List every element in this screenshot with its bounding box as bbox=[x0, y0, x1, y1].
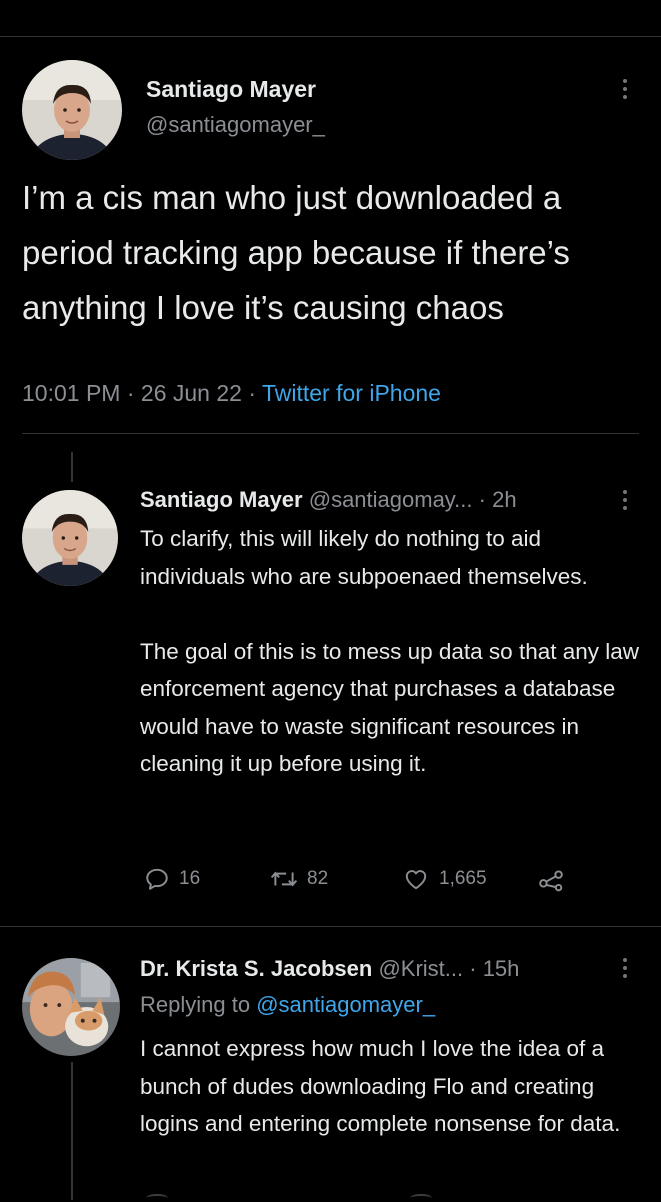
main-tweet-meta: 10:01 PM · 26 Jun 22 · Twitter for iPhon… bbox=[22, 380, 441, 407]
like-count: 1,665 bbox=[439, 868, 487, 889]
reply1-text: To clarify, this will likely do nothing … bbox=[140, 520, 640, 783]
avatar-santiago-reply[interactable] bbox=[22, 490, 118, 586]
tweet-source-link[interactable]: Twitter for iPhone bbox=[262, 380, 441, 406]
reply2-more-icon[interactable] bbox=[622, 958, 628, 978]
reply1-paragraph: To clarify, this will likely do nothing … bbox=[140, 526, 588, 589]
reply2-author-handle[interactable]: @Krist... bbox=[378, 956, 463, 981]
main-more-icon[interactable] bbox=[622, 79, 628, 99]
avatar-santiago-main[interactable] bbox=[22, 60, 122, 160]
reply2-header: Dr. Krista S. Jacobsen @Krist... · 15h bbox=[140, 956, 519, 982]
share-button[interactable] bbox=[538, 866, 564, 892]
retweet-button[interactable]: 82 bbox=[270, 866, 328, 892]
reply1-divider bbox=[0, 926, 661, 927]
share-icon bbox=[539, 870, 563, 892]
reply1-author-handle[interactable]: @santiagomay... bbox=[309, 487, 473, 512]
avatar-image bbox=[22, 60, 122, 160]
thread-connector-bottom bbox=[71, 1062, 73, 1200]
reply1-header: Santiago Mayer @santiagomay... · 2h bbox=[140, 487, 517, 513]
main-author-handle[interactable]: @santiagomayer_ bbox=[146, 112, 325, 138]
avatar-krista[interactable] bbox=[22, 958, 120, 1056]
reply1-time[interactable]: · 2h bbox=[479, 487, 517, 512]
reply2-text: I cannot express how much I love the ide… bbox=[140, 1036, 621, 1136]
avatar-image bbox=[22, 958, 120, 1056]
reply-button[interactable]: 16 bbox=[144, 866, 200, 892]
meta-separator: · bbox=[126, 380, 135, 406]
thread-connector-top bbox=[71, 452, 73, 482]
reply1-more-icon[interactable] bbox=[622, 490, 628, 510]
reply2-author-name[interactable]: Dr. Krista S. Jacobsen bbox=[140, 956, 372, 981]
main-tweet-text: I’m a cis man who just downloaded a peri… bbox=[22, 179, 570, 326]
reply-count: 16 bbox=[179, 868, 201, 889]
heart-icon bbox=[405, 870, 427, 890]
reply1-author-name[interactable]: Santiago Mayer bbox=[140, 487, 303, 512]
reply1-paragraph: The goal of this is to mess up data so t… bbox=[140, 638, 640, 777]
avatar-image bbox=[22, 490, 118, 586]
tweet-time[interactable]: 10:01 PM bbox=[22, 380, 120, 406]
reply2-time[interactable]: · 15h bbox=[469, 956, 519, 981]
main-tweet-divider bbox=[22, 433, 639, 434]
replying-to-mention[interactable]: @santiagomayer_ bbox=[256, 992, 435, 1017]
tweet-date[interactable]: 26 Jun 22 bbox=[141, 380, 242, 406]
reply1-action-bar: 16 82 1,665 bbox=[140, 866, 620, 898]
main-author-name[interactable]: Santiago Mayer bbox=[146, 76, 316, 103]
reply-icon bbox=[146, 868, 168, 890]
replying-to-prefix: Replying to bbox=[140, 992, 257, 1017]
retweet-count: 82 bbox=[307, 868, 329, 889]
reply2-action-bar-hint bbox=[140, 1190, 620, 1200]
retweet-icon bbox=[270, 871, 298, 887]
meta-separator: · bbox=[248, 380, 256, 406]
replying-to: Replying to @santiagomayer_ bbox=[140, 992, 435, 1018]
like-button[interactable]: 1,665 bbox=[402, 866, 487, 892]
